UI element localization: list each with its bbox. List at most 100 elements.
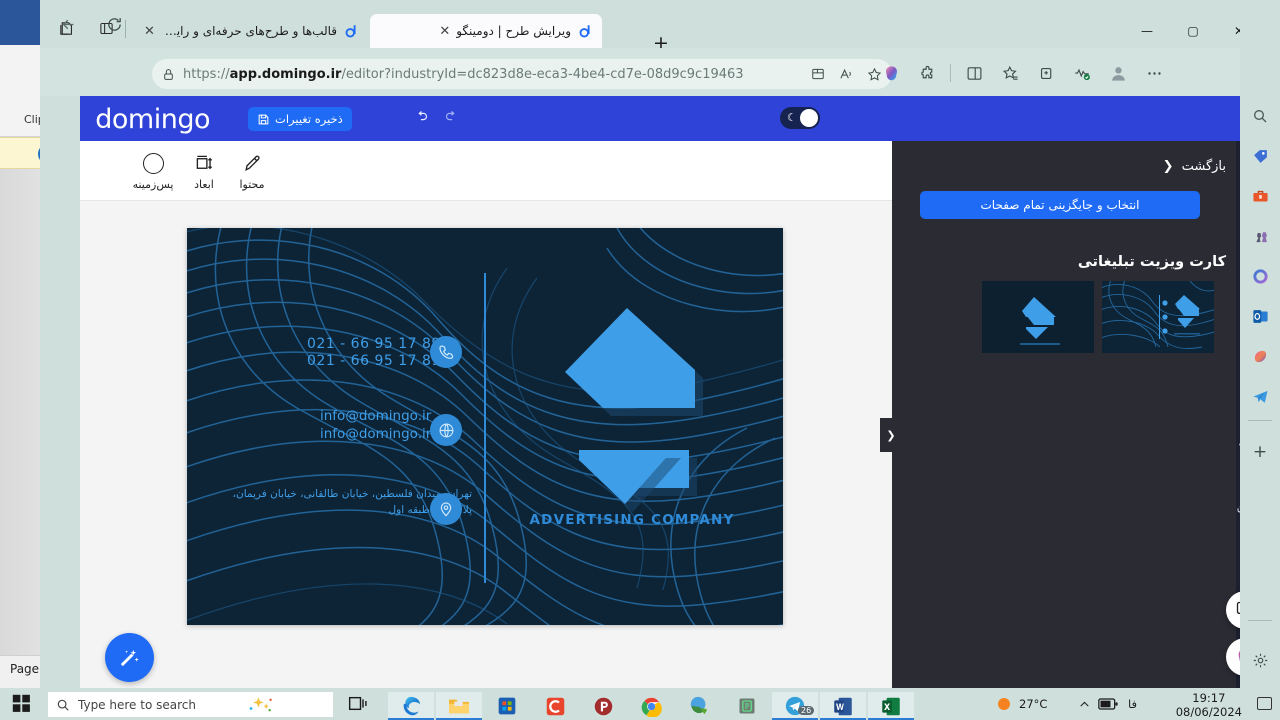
browser-tab-1[interactable]: ویرایش طرح | دومینگو ✕	[370, 14, 602, 48]
designer-icon[interactable]	[1248, 344, 1272, 368]
design-canvas-area[interactable]: 021 - 66 95 17 89 021 - 66 95 17 89 info…	[80, 201, 892, 688]
card-tagline: ADVERTISING COMPANY	[529, 512, 735, 528]
card-email-2: info@domingo.ir	[320, 426, 432, 442]
browser-tab-0[interactable]: قالب‌ها و طرح‌های حرفه‌ای و رایگان ✕	[136, 14, 368, 48]
taskbar-app-note[interactable]	[724, 692, 770, 720]
globe-icon	[430, 414, 462, 446]
domingo-d-icon	[577, 23, 594, 40]
copilot-icon[interactable]	[878, 60, 904, 86]
favorites-icon[interactable]	[997, 60, 1023, 86]
language-indicator[interactable]: فا	[1128, 688, 1137, 720]
settings-more-icon[interactable]	[1141, 60, 1167, 86]
sun-icon	[998, 698, 1010, 710]
refresh-button[interactable]	[100, 10, 128, 38]
maximize-button[interactable]: ▢	[1173, 18, 1213, 44]
sparkle-icon	[249, 696, 272, 711]
toolbar-item-background[interactable]: پس‌زمینه	[125, 151, 181, 191]
redo-arrow-icon	[445, 111, 455, 121]
taskbar-clock[interactable]: 19:17 08/06/2024	[1176, 691, 1242, 720]
panel-collapse-handle[interactable]: ❯	[880, 418, 902, 452]
battery-icon	[1098, 698, 1118, 710]
show-hidden-icons-icon	[1080, 701, 1089, 706]
template-side-panel: بازگشت ❮ انتخاب و جایگزینی تمام صفحات کا…	[892, 141, 1244, 688]
microsoft-365-icon[interactable]	[1248, 264, 1272, 288]
back-to-templates-button[interactable]: بازگشت ❮	[1163, 159, 1226, 174]
search-icon	[57, 699, 69, 711]
chevron-right-icon: ❮	[1162, 159, 1174, 174]
taskbar-app-word[interactable]	[820, 692, 866, 720]
taskbar-search-box[interactable]: Type here to search	[48, 692, 333, 717]
address-bar[interactable]: https://app.domingo.ir/editor?industryId…	[152, 59, 892, 89]
show-hidden-icons-button[interactable]	[1078, 688, 1091, 720]
magic-wand-button[interactable]	[105, 633, 154, 682]
location-pin-icon	[430, 493, 462, 525]
minimize-button[interactable]: —	[1127, 18, 1167, 44]
business-card-design[interactable]: 021 - 66 95 17 89 021 - 66 95 17 89 info…	[187, 228, 783, 625]
split-screen-icon[interactable]	[961, 60, 987, 86]
extensions-icon[interactable]	[914, 60, 940, 86]
edge-browser-window: قالب‌ها و طرح‌های حرفه‌ای و رایگان ✕ ویر…	[40, 0, 1280, 688]
undo-arrow-icon	[418, 111, 428, 121]
taskbar-app-edge[interactable]	[388, 692, 434, 720]
toggle-knob	[800, 109, 818, 127]
company-logo	[517, 300, 747, 530]
sidebar-divider	[1248, 420, 1272, 421]
profile-icon[interactable]	[1105, 60, 1131, 86]
split-screen-icon[interactable]	[806, 62, 830, 86]
taskbar-app-camtasia[interactable]	[532, 692, 578, 720]
dark-mode-toggle[interactable]: ☾	[780, 107, 820, 129]
add-icon[interactable]: +	[1248, 440, 1272, 464]
domingo-logo[interactable]: domingo	[95, 104, 210, 135]
browser-essentials-icon[interactable]	[1069, 60, 1095, 86]
task-view-icon[interactable]	[348, 695, 370, 713]
replace-all-pages-button[interactable]: انتخاب و جایگزینی تمام صفحات	[920, 191, 1200, 219]
tab-close-icon[interactable]: ✕	[144, 24, 155, 39]
back-button[interactable]	[54, 10, 82, 38]
card-phone-1: 021 - 66 95 17 89	[307, 336, 441, 352]
settings-gear-icon[interactable]	[1248, 648, 1272, 672]
toolbar-label: محتوا	[239, 178, 265, 191]
games-icon[interactable]	[1248, 224, 1272, 248]
weather-widget[interactable]: 27°C	[995, 688, 1047, 720]
notification-icon[interactable]	[1257, 697, 1272, 710]
card-email-1: info@domingo.ir	[320, 408, 432, 424]
taskbar-app-telegram[interactable]: 26	[772, 692, 818, 720]
magic-wand-icon	[120, 649, 139, 667]
toolbar-item-content[interactable]: محتوا	[224, 151, 280, 191]
redo-button[interactable]	[444, 109, 459, 128]
panel-section-title: کارت ویزیت تبلیغاتی	[1077, 254, 1226, 270]
word-page-label: Page	[10, 662, 40, 676]
collections-icon[interactable]	[1033, 60, 1059, 86]
outlook-icon[interactable]	[1248, 304, 1272, 328]
toolbar-label: پس‌زمینه	[132, 178, 174, 191]
windows-taskbar: Type here to search 26 27°C فا 19:17 08/…	[0, 688, 1280, 720]
taskbar-app-excel[interactable]	[868, 692, 914, 720]
taskbar-app-photoscape[interactable]	[580, 692, 626, 720]
save-changes-button[interactable]: ذخیره تغییرات	[248, 107, 352, 131]
taskbar-app-file-explorer[interactable]	[436, 692, 482, 720]
domingo-d-icon	[343, 23, 360, 40]
taskbar-app-idm[interactable]	[676, 692, 722, 720]
tab-close-icon[interactable]: ✕	[439, 24, 450, 39]
tab-title: ویرایش طرح | دومینگو	[456, 24, 571, 38]
windows-start-icon[interactable]	[12, 694, 32, 714]
edge-sidebar: +	[1240, 0, 1280, 688]
card-back-thumbnail[interactable]	[982, 281, 1094, 353]
shopping-tag-icon[interactable]	[1248, 144, 1272, 168]
read-aloud-icon[interactable]	[834, 62, 858, 86]
taskbar-app-microsoft-store[interactable]	[484, 692, 530, 720]
taskbar-app-chrome[interactable]	[628, 692, 674, 720]
tools-icon[interactable]	[1248, 184, 1272, 208]
toolbar-item-dimensions[interactable]: ابعاد	[176, 151, 232, 191]
card-front-thumbnail[interactable]	[1102, 281, 1214, 353]
telegram-badge: 26	[798, 706, 815, 715]
toolbar-label: ابعاد	[194, 178, 214, 191]
phone-icon	[430, 336, 462, 368]
editor-toolbar: محتوا ابعاد پس‌زمینه	[80, 141, 892, 201]
url-text: https://app.domingo.ir/editor?industryId…	[183, 66, 744, 82]
battery-status[interactable]	[1098, 688, 1118, 720]
telegram-icon[interactable]	[1248, 384, 1272, 408]
undo-button[interactable]	[414, 109, 429, 128]
search-icon[interactable]	[1248, 104, 1272, 128]
app-header: domingo ذخیره تغییرات ☾ خرید اشتراک	[80, 96, 1280, 228]
